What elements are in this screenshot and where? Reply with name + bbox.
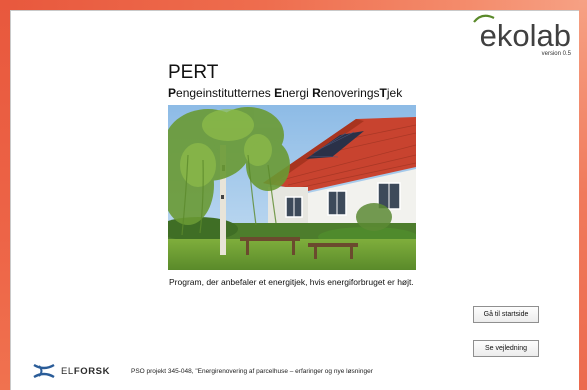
subtitle-part: nergi — [282, 86, 313, 100]
top-frame-band — [0, 0, 587, 10]
elforsk-forsk: FORSK — [73, 365, 111, 377]
elforsk-logo-icon — [33, 363, 55, 379]
go-to-start-button[interactable]: Gå til startside — [473, 306, 539, 323]
subtitle-part: R — [312, 86, 321, 100]
subtitle-part: enoverings — [320, 86, 380, 100]
subtitle-part: jek — [386, 86, 403, 100]
see-guide-button[interactable]: Se vejledning — [473, 340, 539, 357]
page-title: PERT — [168, 62, 219, 83]
right-frame-band — [579, 0, 587, 390]
subtitle-part: E — [274, 86, 283, 100]
page-subtitle: Pengeinstitutternes Energi RenoveringsTj… — [168, 86, 402, 100]
house-photo-illustration — [168, 105, 416, 270]
house-photo — [168, 105, 416, 270]
elforsk-el: EL — [61, 365, 74, 377]
program-description: Program, der anbefaler et energitjek, hv… — [169, 277, 414, 287]
version-label: version 0.5 — [541, 51, 571, 57]
main-panel: ekolab version 0.5 PERT Pengeinstitutter… — [10, 10, 579, 390]
ekolab-swoosh-icon — [473, 14, 495, 23]
elforsk-logo: ELFORSK — [33, 363, 110, 379]
subtitle-part: engeinstitutternes — [176, 86, 275, 100]
left-frame-band — [0, 0, 10, 390]
ekolab-logo-text: ekolab — [480, 19, 571, 53]
subtitle-part: T — [379, 86, 387, 100]
project-footer-text: PSO projekt 345-048, "Energirenovering a… — [131, 368, 373, 375]
logo-lab: lab — [529, 18, 571, 53]
subtitle-part: P — [168, 86, 177, 100]
elforsk-wordmark: ELFORSK — [61, 366, 110, 377]
